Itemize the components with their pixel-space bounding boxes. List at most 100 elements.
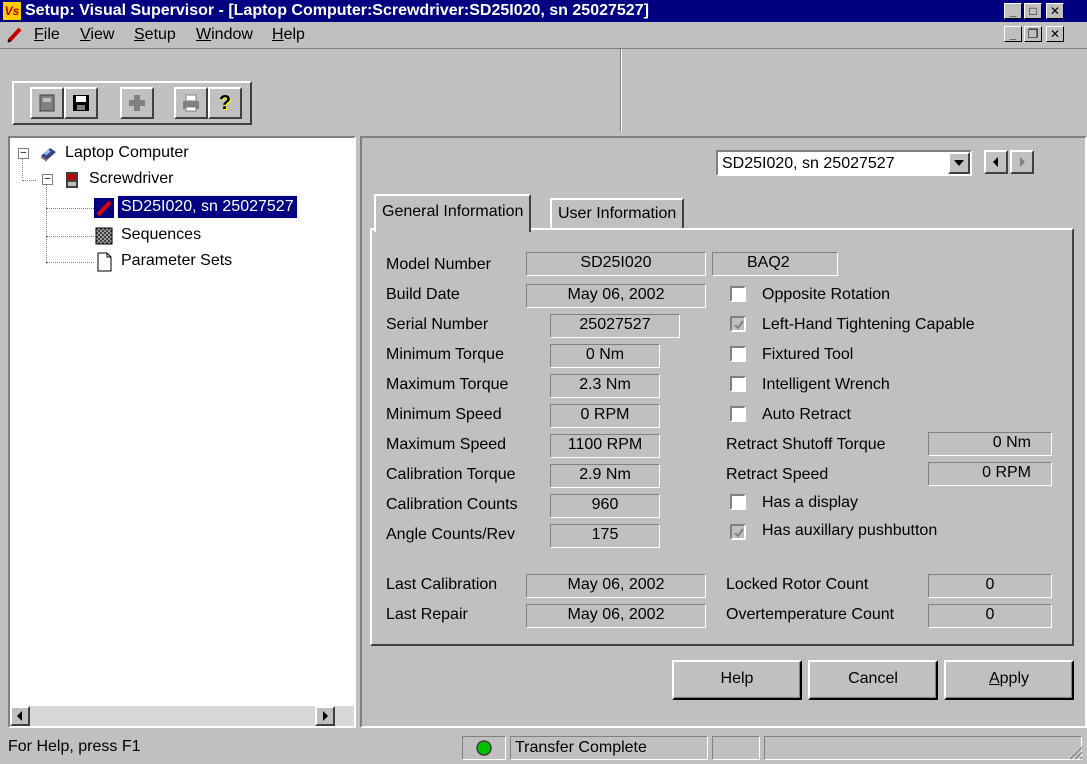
arrow-right-icon: [1020, 157, 1025, 167]
locked-rotor-count-field: 0: [928, 574, 1052, 598]
screwdriver-icon: [66, 172, 78, 188]
retract-shutoff-torque-label: Retract Shutoff Torque: [726, 436, 886, 453]
serial-number-label: Serial Number: [386, 316, 489, 333]
status-transfer-text: Transfer Complete: [510, 736, 708, 760]
connection-status-icon: [476, 740, 492, 756]
menu-window[interactable]: Window: [196, 25, 253, 45]
has-display-checkbox[interactable]: [730, 494, 746, 510]
menu-setup[interactable]: Setup: [134, 25, 176, 45]
save-icon: [73, 95, 89, 111]
fixtured-tool-label: Fixtured Tool: [762, 346, 854, 363]
tree-connector: [22, 180, 36, 181]
opposite-rotation-label: Opposite Rotation: [762, 286, 891, 303]
model-suffix-field: BAQ2: [712, 252, 838, 276]
child-restore-button[interactable]: ❐: [1024, 26, 1042, 42]
add-icon: [129, 95, 145, 111]
tree-connector: [46, 262, 94, 263]
has-auxillary-pushbutton-checkbox[interactable]: [730, 524, 746, 540]
document-window-icon[interactable]: [6, 26, 24, 44]
cancel-button[interactable]: Cancel: [808, 660, 938, 700]
arrow-left-icon: [993, 157, 998, 167]
calibration-torque-field: 2.9 Nm: [550, 464, 660, 488]
has-auxillary-pushbutton-label: Has auxillary pushbutton: [762, 522, 938, 539]
tree-expander-screwdriver[interactable]: −: [42, 174, 53, 185]
help-button[interactable]: ?: [208, 87, 242, 119]
document-icon: [97, 252, 112, 272]
fixtured-tool-checkbox[interactable]: [730, 346, 746, 362]
tool-icon: [94, 198, 114, 218]
scroll-right-button[interactable]: [315, 706, 335, 726]
open-button[interactable]: [30, 87, 64, 119]
print-icon: [183, 94, 199, 112]
chevron-down-icon: [954, 160, 964, 166]
tree-connector: [22, 158, 23, 178]
resize-grip-icon[interactable]: [1065, 742, 1083, 760]
calibration-torque-label: Calibration Torque: [386, 466, 516, 483]
maximize-button[interactable]: □: [1024, 3, 1042, 19]
maximum-torque-label: Maximum Torque: [386, 376, 509, 393]
close-button[interactable]: ✕: [1046, 3, 1064, 19]
window-title: Setup: Visual Supervisor - [Laptop Compu…: [25, 2, 649, 19]
tree-expander-laptop[interactable]: −: [18, 148, 29, 159]
tree-connector: [46, 236, 94, 237]
status-cell-empty: [712, 736, 760, 760]
has-display-label: Has a display: [762, 494, 859, 511]
minimize-button[interactable]: _: [1004, 3, 1022, 19]
tree-pane[interactable]: − Laptop Computer − Screwdriver SD25I020…: [8, 136, 356, 728]
left-hand-tightening-label: Left-Hand Tightening Capable: [762, 316, 975, 333]
menu-view[interactable]: View: [80, 25, 114, 45]
retract-speed-label: Retract Speed: [726, 466, 829, 483]
intelligent-wrench-label: Intelligent Wrench: [762, 376, 890, 393]
build-date-label: Build Date: [386, 286, 460, 303]
minimum-speed-field: 0 RPM: [550, 404, 660, 428]
angle-counts-label: Angle Counts/Rev: [386, 526, 515, 543]
tab-general-information[interactable]: General Information: [374, 194, 532, 232]
next-device-button[interactable]: [1010, 150, 1034, 174]
menu-bar: File View Setup Window Help _ ❐ ✕: [0, 22, 1087, 48]
maximum-speed-field: 1100 RPM: [550, 434, 660, 458]
child-close-button[interactable]: ✕: [1046, 26, 1064, 42]
menu-help[interactable]: Help: [272, 25, 305, 45]
device-dropdown-button[interactable]: [948, 152, 970, 174]
auto-retract-checkbox[interactable]: [730, 406, 746, 422]
minimum-speed-label: Minimum Speed: [386, 406, 502, 423]
checkmark-icon: [734, 320, 744, 330]
minimum-torque-field: 0 Nm: [550, 344, 660, 368]
toolbar: ?: [12, 81, 252, 125]
calibration-counts-field: 960: [550, 494, 660, 518]
last-calibration-label: Last Calibration: [386, 576, 498, 593]
left-hand-tightening-checkbox[interactable]: [730, 316, 746, 332]
intelligent-wrench-checkbox[interactable]: [730, 376, 746, 392]
print-button[interactable]: [174, 87, 208, 119]
menu-file[interactable]: File: [34, 25, 60, 45]
last-repair-label: Last Repair: [386, 606, 468, 623]
maximum-speed-label: Maximum Speed: [386, 436, 507, 453]
serial-number-field: 25027527: [550, 314, 680, 338]
maximum-torque-field: 2.3 Nm: [550, 374, 660, 398]
arrow-left-icon: [17, 711, 22, 721]
model-number-label: Model Number: [386, 256, 491, 273]
apply-button[interactable]: Apply: [944, 660, 1074, 700]
title-bar[interactable]: Vs Setup: Visual Supervisor - [Laptop Co…: [0, 0, 1087, 22]
overtemperature-count-label: Overtemperature Count: [726, 606, 895, 623]
tab-user-information[interactable]: User Information: [550, 198, 685, 228]
help-dialog-button[interactable]: Help: [672, 660, 802, 700]
overtemperature-count-field: 0: [928, 604, 1052, 628]
toolbar-divider: [620, 49, 622, 131]
scroll-left-button[interactable]: [10, 706, 30, 726]
tree-connector: [46, 208, 94, 209]
tree-horizontal-scrollbar[interactable]: [10, 706, 354, 726]
add-button[interactable]: [120, 87, 154, 119]
locked-rotor-count-label: Locked Rotor Count: [726, 576, 869, 593]
tree-connector: [46, 182, 47, 264]
device-selector[interactable]: SD25I020, sn 25027527: [716, 150, 972, 176]
sequences-icon: [95, 227, 113, 245]
save-button[interactable]: [64, 87, 98, 119]
previous-device-button[interactable]: [984, 150, 1008, 174]
status-cell-extra: [764, 736, 1082, 760]
child-minimize-button[interactable]: _: [1004, 26, 1022, 42]
status-help-text: For Help, press F1: [8, 738, 141, 755]
opposite-rotation-checkbox[interactable]: [730, 286, 746, 302]
arrow-right-icon: [323, 711, 328, 721]
model-number-field: SD25I020: [526, 252, 706, 276]
